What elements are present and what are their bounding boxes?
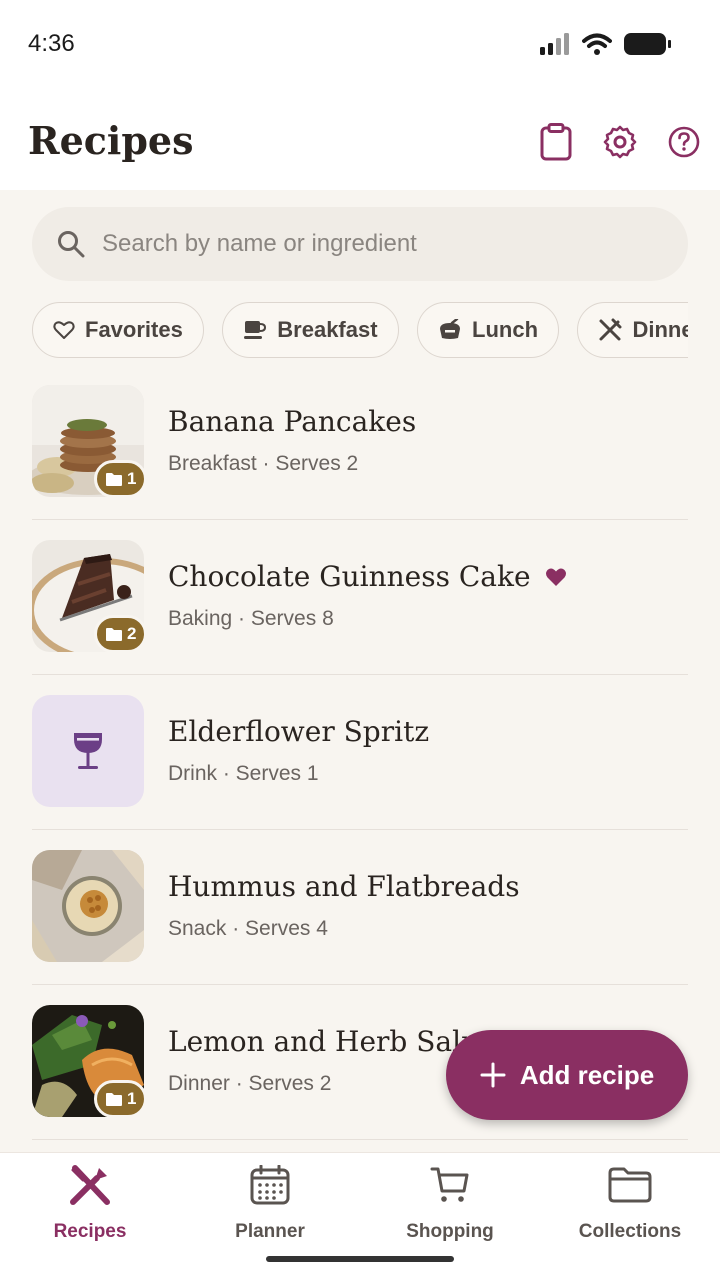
search-input[interactable] (102, 230, 662, 258)
recipe-text: Chocolate Guinness Cake Baking · Serves … (168, 560, 688, 631)
gear-icon (603, 125, 637, 159)
collection-count-badge: 1 (94, 1080, 148, 1118)
clipboard-button[interactable] (534, 120, 578, 164)
add-recipe-label: Add recipe (519, 1059, 655, 1090)
coffee-cup-icon (244, 321, 267, 339)
nav-label: Collections (578, 1221, 682, 1242)
header-actions (534, 120, 706, 164)
collection-count-badge: 2 (94, 615, 148, 653)
chip-label: Dinner (632, 317, 688, 342)
utensils-icon (70, 1165, 110, 1205)
status-time: 4:36 (28, 30, 75, 57)
takeaway-icon (440, 319, 461, 339)
nav-collections[interactable]: Collections (540, 1153, 720, 1280)
folder-icon (106, 472, 122, 486)
home-indicator (266, 1256, 454, 1262)
recipe-meta: Snack · Serves 4 (168, 917, 328, 940)
chip-breakfast[interactable]: Breakfast (222, 302, 399, 358)
recipe-meta: Baking · Serves 8 (168, 607, 334, 630)
favorite-heart-icon (545, 568, 566, 586)
nav-recipes[interactable]: Recipes (0, 1153, 180, 1280)
plus-icon (480, 1062, 506, 1088)
battery-icon (624, 33, 671, 55)
recipe-text: Elderflower Spritz Drink · Serves 1 (168, 715, 688, 786)
chip-label: Lunch (472, 317, 539, 342)
status-bar: 4:36 (0, 0, 720, 90)
chip-label: Favorites (85, 317, 183, 342)
badge-count: 2 (127, 624, 137, 643)
nav-label: Shopping (406, 1221, 494, 1242)
add-recipe-button[interactable]: Add recipe (446, 1030, 688, 1120)
recipe-list: 1 Banana Pancakes Breakfast · Serves 2 2… (32, 365, 688, 1140)
recipe-title: Banana Pancakes (168, 405, 417, 438)
recipe-row[interactable]: 2 Chocolate Guinness Cake Baking · Serve… (32, 520, 688, 675)
recipe-title: Elderflower Spritz (168, 715, 430, 748)
signal-icon (540, 33, 569, 55)
calendar-icon (250, 1165, 290, 1205)
chip-favorites[interactable]: Favorites (32, 302, 204, 358)
hummus-photo (32, 850, 144, 962)
nav-label: Recipes (53, 1221, 127, 1242)
badge-count: 1 (127, 1089, 137, 1108)
heart-outline-icon (53, 321, 75, 339)
wine-glass-icon (74, 733, 102, 769)
badge-count: 1 (127, 469, 137, 488)
help-button[interactable] (662, 120, 706, 164)
wifi-icon (582, 33, 612, 55)
chip-dinner[interactable]: Dinner (577, 302, 688, 358)
nav-label: Planner (235, 1221, 305, 1242)
recipe-meta: Drink · Serves 1 (168, 762, 319, 785)
help-icon (668, 126, 700, 158)
search-icon (58, 231, 85, 258)
app-header: Recipes (0, 90, 720, 190)
chip-label: Breakfast (277, 317, 378, 342)
folder-icon (106, 627, 122, 641)
folder-icon (608, 1167, 652, 1203)
chip-lunch[interactable]: Lunch (417, 302, 560, 358)
recipe-title: Chocolate Guinness Cake (168, 560, 531, 593)
collection-count-badge: 1 (94, 460, 148, 498)
filter-chips: Favorites Breakfast Lunch Dinner (32, 302, 688, 358)
search-bar (32, 207, 688, 281)
recipe-title: Hummus and Flatbreads (168, 870, 520, 903)
recipe-text: Banana Pancakes Breakfast · Serves 2 (168, 405, 688, 476)
cart-icon (430, 1167, 469, 1202)
recipe-text: Hummus and Flatbreads Snack · Serves 4 (168, 870, 688, 941)
utensils-icon (599, 318, 622, 341)
status-icons (540, 32, 672, 56)
recipe-row[interactable]: Hummus and Flatbreads Snack · Serves 4 (32, 830, 688, 985)
recipe-row[interactable]: 1 Banana Pancakes Breakfast · Serves 2 (32, 365, 688, 520)
folder-icon (106, 1092, 122, 1106)
recipe-meta: Breakfast · Serves 2 (168, 452, 359, 475)
clipboard-icon (540, 123, 572, 161)
recipe-thumbnail (32, 695, 144, 807)
recipe-row[interactable]: Elderflower Spritz Drink · Serves 1 (32, 675, 688, 830)
settings-button[interactable] (598, 120, 642, 164)
page-title: Recipes (28, 118, 194, 163)
recipe-thumbnail (32, 850, 144, 962)
